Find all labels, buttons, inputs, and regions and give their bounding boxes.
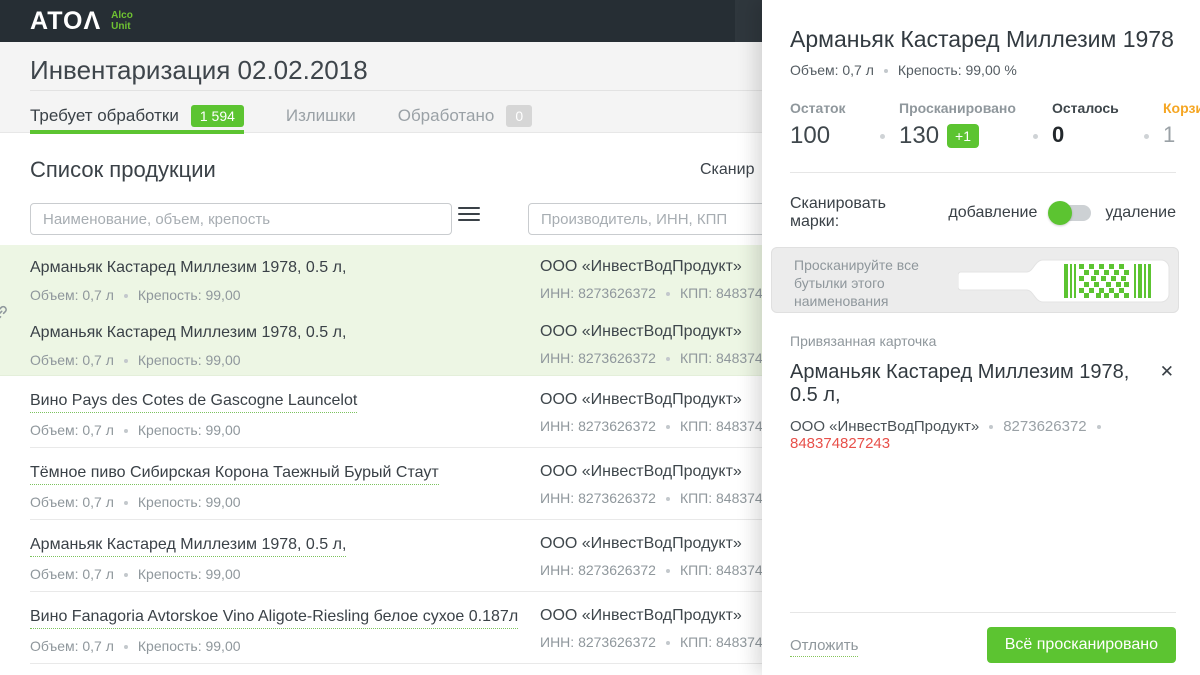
linked-card: Арманьяк Кастаред Миллезим 1978, 0.5 л, … [790,361,1176,452]
separator-dot [665,425,670,430]
toggle-option-remove[interactable]: удаление [1105,204,1176,222]
separator-dot [665,569,670,574]
separator-dot [1033,134,1038,139]
plus-one-badge: +1 [947,124,980,148]
filter-menu-icon[interactable] [458,207,480,229]
separator-dot [123,645,128,650]
separator-dot [123,573,128,578]
product-name[interactable]: Арманьяк Кастаред Миллезим 1978, 0.5 л, [30,258,346,278]
separator-dot [883,69,888,74]
app-root: ATOΛ Alco Unit Инвентаризация 02.02.2018… [0,0,1200,675]
product-name-link[interactable]: Вино Pays des Cotes de Gascogne Launcelo… [30,391,358,413]
linked-card-meta: ООО «ИнвестВодПродукт» 827362637284837482… [790,418,1146,452]
tab-processed[interactable]: Обработано 0 [398,98,533,133]
stat-left: Осталось 0 [1052,100,1119,147]
stat-remainder: Остаток 100 [790,100,846,149]
scan-stats: Остаток 100 Просканировано 130 +1 Остало… [790,100,1200,150]
separator-dot [880,134,885,139]
scan-hint-clipped: Сканир [700,161,755,178]
top-bar: ATOΛ Alco Unit [0,0,762,42]
separator-dot [665,357,670,362]
scan-instruction: Просканируйте все бутылки этого наименов… [794,257,919,309]
product-name[interactable]: Арманьяк Кастаред Миллезим 1978, 0.5 л, [30,323,346,343]
panel-footer: Отложить Всё просканировано [790,612,1176,675]
linked-card-name: Арманьяк Кастаред Миллезим 1978, 0.5 л, [790,361,1130,406]
separator-dot [989,425,994,430]
logo-wordmark: ATOΛ [30,7,102,35]
divider [790,172,1176,173]
separator-dot [1096,425,1101,430]
product-name-link[interactable]: Вино Fanagoria Avtorskoe Vino Aligote-Ri… [30,607,519,629]
logo-product-name: Alco Unit [111,10,133,32]
toggle-label: Сканировать марки: [790,195,886,230]
separator-dot [665,641,670,646]
separator-dot [665,292,670,297]
search-manufacturer-input[interactable] [528,203,788,235]
kpp-value-red: 848374827243 [790,435,891,452]
postpone-link[interactable]: Отложить [790,637,859,657]
tab-requires-processing[interactable]: Требует обработки 1 594 [30,98,244,134]
scan-mode-toggle-row: Сканировать марки: добавление удаление [790,195,1176,231]
list-heading: Список продукции [30,157,216,182]
menu-button-partial[interactable] [735,0,762,42]
tab-bar: Требует обработки 1 594 Излишки Обработа… [30,98,574,134]
tab-surplus[interactable]: Излишки [286,98,356,133]
separator-dot [123,294,128,299]
barcode-scan-box[interactable]: Просканируйте все бутылки этого наименов… [771,247,1179,313]
separator-dot [1144,134,1149,139]
product-detail-title: Арманьяк Кастаред Миллезим 1978 [790,26,1174,52]
switch-knob[interactable] [1048,201,1073,225]
separator-dot [123,359,128,364]
stat-basket: Корзина 1 [1163,100,1200,147]
product-name-link[interactable]: Тёмное пиво Сибирская Корона Таежный Бур… [30,463,439,485]
search-name-input[interactable] [30,203,452,235]
separator-dot [123,429,128,434]
linked-card-label: Привязанная карточка [790,333,937,349]
count-badge: 0 [506,104,533,127]
close-icon[interactable]: ✕ [1160,363,1174,380]
atol-logo: ATOΛ Alco Unit [30,6,133,36]
bottle-barcode-icon [957,252,1172,315]
link-icon [0,303,10,323]
product-name-link[interactable]: Арманьяк Кастаред Миллезим 1978, 0.5 л, [30,535,347,557]
count-badge: 1 594 [190,104,244,127]
separator-dot [123,501,128,506]
separator-dot [665,497,670,502]
product-detail-meta: Объем: 0,7 л Крепость: 99,00 % [790,62,1017,78]
scan-detail-panel: Арманьяк Кастаред Миллезим 1978 Объем: 0… [762,0,1200,675]
toggle-option-add[interactable]: добавление [948,204,1037,222]
stat-scanned: Просканировано 130 +1 [899,100,1016,149]
scan-mode-switch[interactable] [1048,201,1092,225]
all-scanned-button[interactable]: Всё просканировано [986,627,1176,663]
